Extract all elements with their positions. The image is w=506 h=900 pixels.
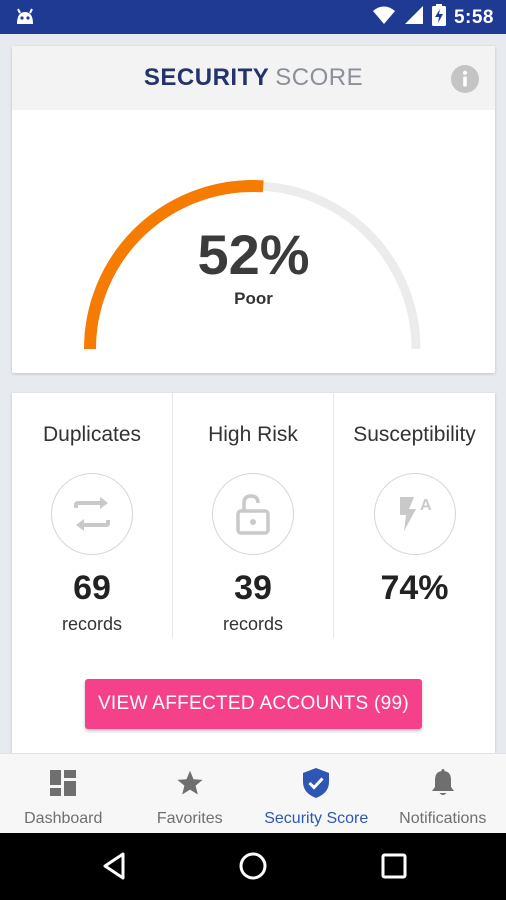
unlocked-padlock-icon	[212, 473, 294, 555]
view-affected-accounts-button[interactable]: VIEW AFFECTED ACCOUNTS (99)	[85, 679, 422, 729]
svg-text:A: A	[420, 497, 432, 514]
recents-icon[interactable]	[380, 851, 408, 886]
nav-dashboard[interactable]: Dashboard	[0, 754, 127, 833]
nav-label: Notifications	[399, 810, 487, 827]
flash-auto-icon: A	[373, 473, 456, 555]
security-score-card: SECURITY SCORE 52% Poor	[12, 46, 495, 373]
battery-charging-icon	[431, 4, 446, 31]
clock: 5:58	[453, 6, 494, 28]
stat-high-risk[interactable]: High Risk 39 records	[173, 393, 334, 638]
stat-unit: records	[222, 614, 284, 634]
stat-label: Susceptibility	[353, 423, 476, 446]
nav-label: Security Score	[264, 810, 369, 827]
stat-duplicates[interactable]: Duplicates 69 records	[12, 393, 173, 638]
nav-label: Favorites	[156, 810, 223, 827]
status-bar: 5:58	[0, 0, 506, 34]
signal-icon	[404, 5, 424, 30]
nav-security-score[interactable]: Security Score	[253, 754, 380, 833]
android-debug-icon	[14, 6, 36, 31]
stats-card: Duplicates 69 records High Risk 39 recor…	[12, 393, 495, 753]
star-icon	[127, 768, 254, 798]
nav-label: Dashboard	[24, 810, 103, 827]
bottom-navigation: Dashboard Favorites Security Score Notif…	[0, 753, 506, 833]
stat-value: 69	[73, 569, 111, 607]
stat-label: High Risk	[208, 423, 298, 446]
info-icon[interactable]	[451, 65, 479, 100]
stat-value: 74%	[380, 569, 449, 607]
score-title-strong: SECURITY	[143, 64, 270, 91]
score-rating: Poor	[234, 289, 273, 308]
score-percentage: 52%	[197, 223, 310, 286]
stat-label: Duplicates	[42, 423, 142, 446]
bell-icon	[380, 768, 506, 798]
home-icon[interactable]	[238, 851, 268, 886]
shield-check-icon	[253, 768, 380, 798]
score-title-light: SCORE	[275, 64, 364, 91]
back-icon[interactable]	[100, 851, 128, 886]
system-navigation-bar	[0, 833, 506, 900]
stat-unit: records	[61, 614, 123, 634]
nav-notifications[interactable]: Notifications	[380, 754, 506, 833]
wifi-icon	[372, 5, 396, 30]
swap-arrows-icon	[51, 473, 133, 555]
score-card-header: SECURITY SCORE	[12, 46, 495, 110]
dashboard-icon	[0, 768, 127, 798]
stat-value: 39	[234, 569, 272, 607]
nav-favorites[interactable]: Favorites	[127, 754, 254, 833]
stat-susceptibility[interactable]: Susceptibility A 74%	[334, 393, 495, 638]
